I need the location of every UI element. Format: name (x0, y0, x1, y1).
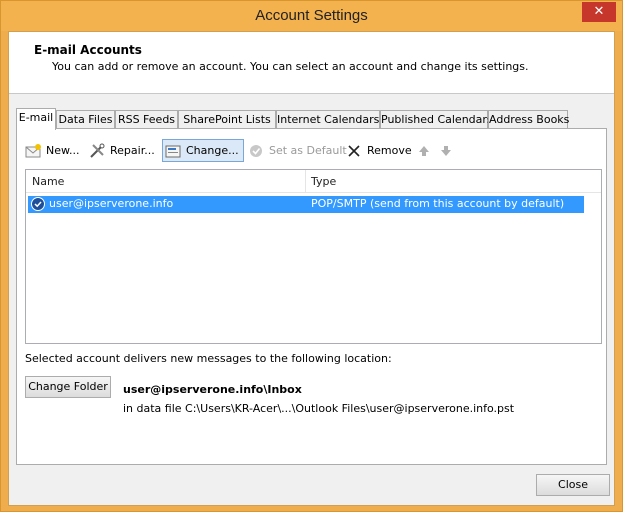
new-mail-icon (25, 143, 43, 159)
tab-sharepoint-lists[interactable]: SharePoint Lists (178, 110, 276, 129)
default-account-check-icon (31, 197, 45, 211)
tab-data-files[interactable]: Data Files (56, 110, 115, 129)
window-title: Account Settings (255, 7, 368, 24)
remove-button[interactable]: Remove (346, 139, 412, 162)
change-settings-icon (165, 143, 183, 159)
email-tab-panel: New... Repair... Change... Set as Defaul… (16, 128, 607, 465)
accounts-list[interactable]: Name Type user@ipserverone.info POP/SMTP… (25, 169, 602, 344)
window-close-button[interactable]: ✕ (582, 2, 616, 22)
section-title: E-mail Accounts (34, 43, 142, 57)
close-button[interactable]: Close (536, 474, 610, 496)
delete-x-icon (346, 143, 364, 159)
new-label: New... (46, 144, 80, 157)
tab-rss-feeds[interactable]: RSS Feeds (115, 110, 178, 129)
repair-button[interactable]: Repair... (89, 139, 155, 162)
change-account-button[interactable]: Change... (162, 139, 244, 162)
account-type: POP/SMTP (send from this account by defa… (311, 197, 565, 210)
tab-published-calendars[interactable]: Published Calendars (380, 110, 493, 129)
checkmark-circle-icon (248, 143, 266, 159)
move-down-button[interactable] (439, 139, 460, 162)
account-name: user@ipserverone.info (49, 197, 174, 210)
data-file-path: in data file C:\Users\KR-Acer\...\Outloo… (123, 402, 515, 415)
arrow-down-icon (439, 143, 457, 159)
section-subtitle: You can add or remove an account. You ca… (52, 60, 529, 73)
header-band: E-mail Accounts You can add or remove an… (9, 32, 614, 94)
tab-email[interactable]: E-mail (16, 108, 56, 130)
repair-label: Repair... (110, 144, 155, 157)
column-header-type[interactable]: Type (311, 175, 336, 188)
delivery-location-label: Selected account delivers new messages t… (25, 352, 392, 365)
remove-label: Remove (367, 144, 412, 157)
change-folder-button[interactable]: Change Folder (25, 376, 111, 398)
set-default-button[interactable]: Set as Default (248, 139, 347, 162)
change-label: Change... (186, 144, 239, 157)
new-account-button[interactable]: New... (25, 139, 79, 162)
tab-internet-calendars[interactable]: Internet Calendars (276, 110, 380, 129)
column-header-name[interactable]: Name (32, 175, 64, 188)
dialog-client-area: E-mail Accounts You can add or remove an… (8, 31, 615, 506)
tab-address-books[interactable]: Address Books (488, 110, 569, 129)
account-settings-window: Account Settings ✕ E-mail Accounts You c… (0, 0, 623, 512)
delivery-folder-path: user@ipserverone.info\Inbox (123, 383, 302, 396)
title-bar[interactable]: Account Settings ✕ (1, 1, 622, 31)
account-row[interactable]: user@ipserverone.info POP/SMTP (send fro… (28, 196, 584, 213)
accounts-list-header: Name Type (26, 170, 601, 193)
column-divider[interactable] (305, 170, 306, 193)
arrow-up-icon (417, 143, 435, 159)
set-default-label: Set as Default (269, 144, 347, 157)
tools-icon (89, 143, 107, 159)
move-up-button[interactable] (417, 139, 438, 162)
